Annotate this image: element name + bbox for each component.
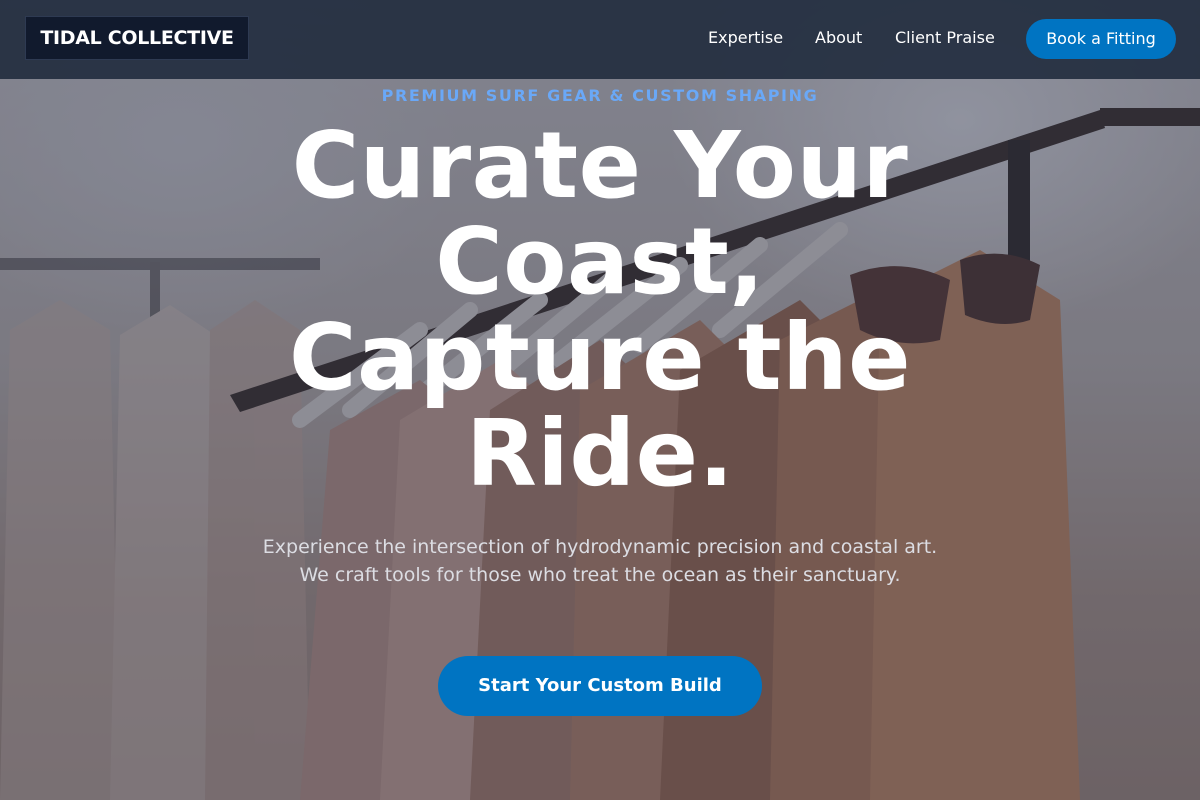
book-fitting-button[interactable]: Book a Fitting	[1026, 19, 1176, 59]
nav-link-about[interactable]: About	[815, 28, 862, 48]
hero-eyebrow: PREMIUM SURF GEAR & CUSTOM SHAPING	[381, 86, 819, 105]
top-navbar: TIDAL COLLECTIVE Expertise About Client …	[0, 0, 1200, 79]
brand-logo[interactable]: TIDAL COLLECTIVE	[25, 16, 249, 60]
start-custom-build-button[interactable]: Start Your Custom Build	[438, 656, 762, 716]
nav-link-client-praise[interactable]: Client Praise	[895, 28, 995, 48]
nav-link-expertise[interactable]: Expertise	[708, 28, 783, 48]
landing-page: TIDAL COLLECTIVE Expertise About Client …	[0, 0, 1200, 800]
hero-headline: Curate Your Coast, Capture the Ride.	[288, 112, 912, 507]
hero-subtext: Experience the intersection of hydrodyna…	[262, 536, 938, 586]
hero-section: PREMIUM SURF GEAR & CUSTOM SHAPING Curat…	[0, 0, 1200, 800]
